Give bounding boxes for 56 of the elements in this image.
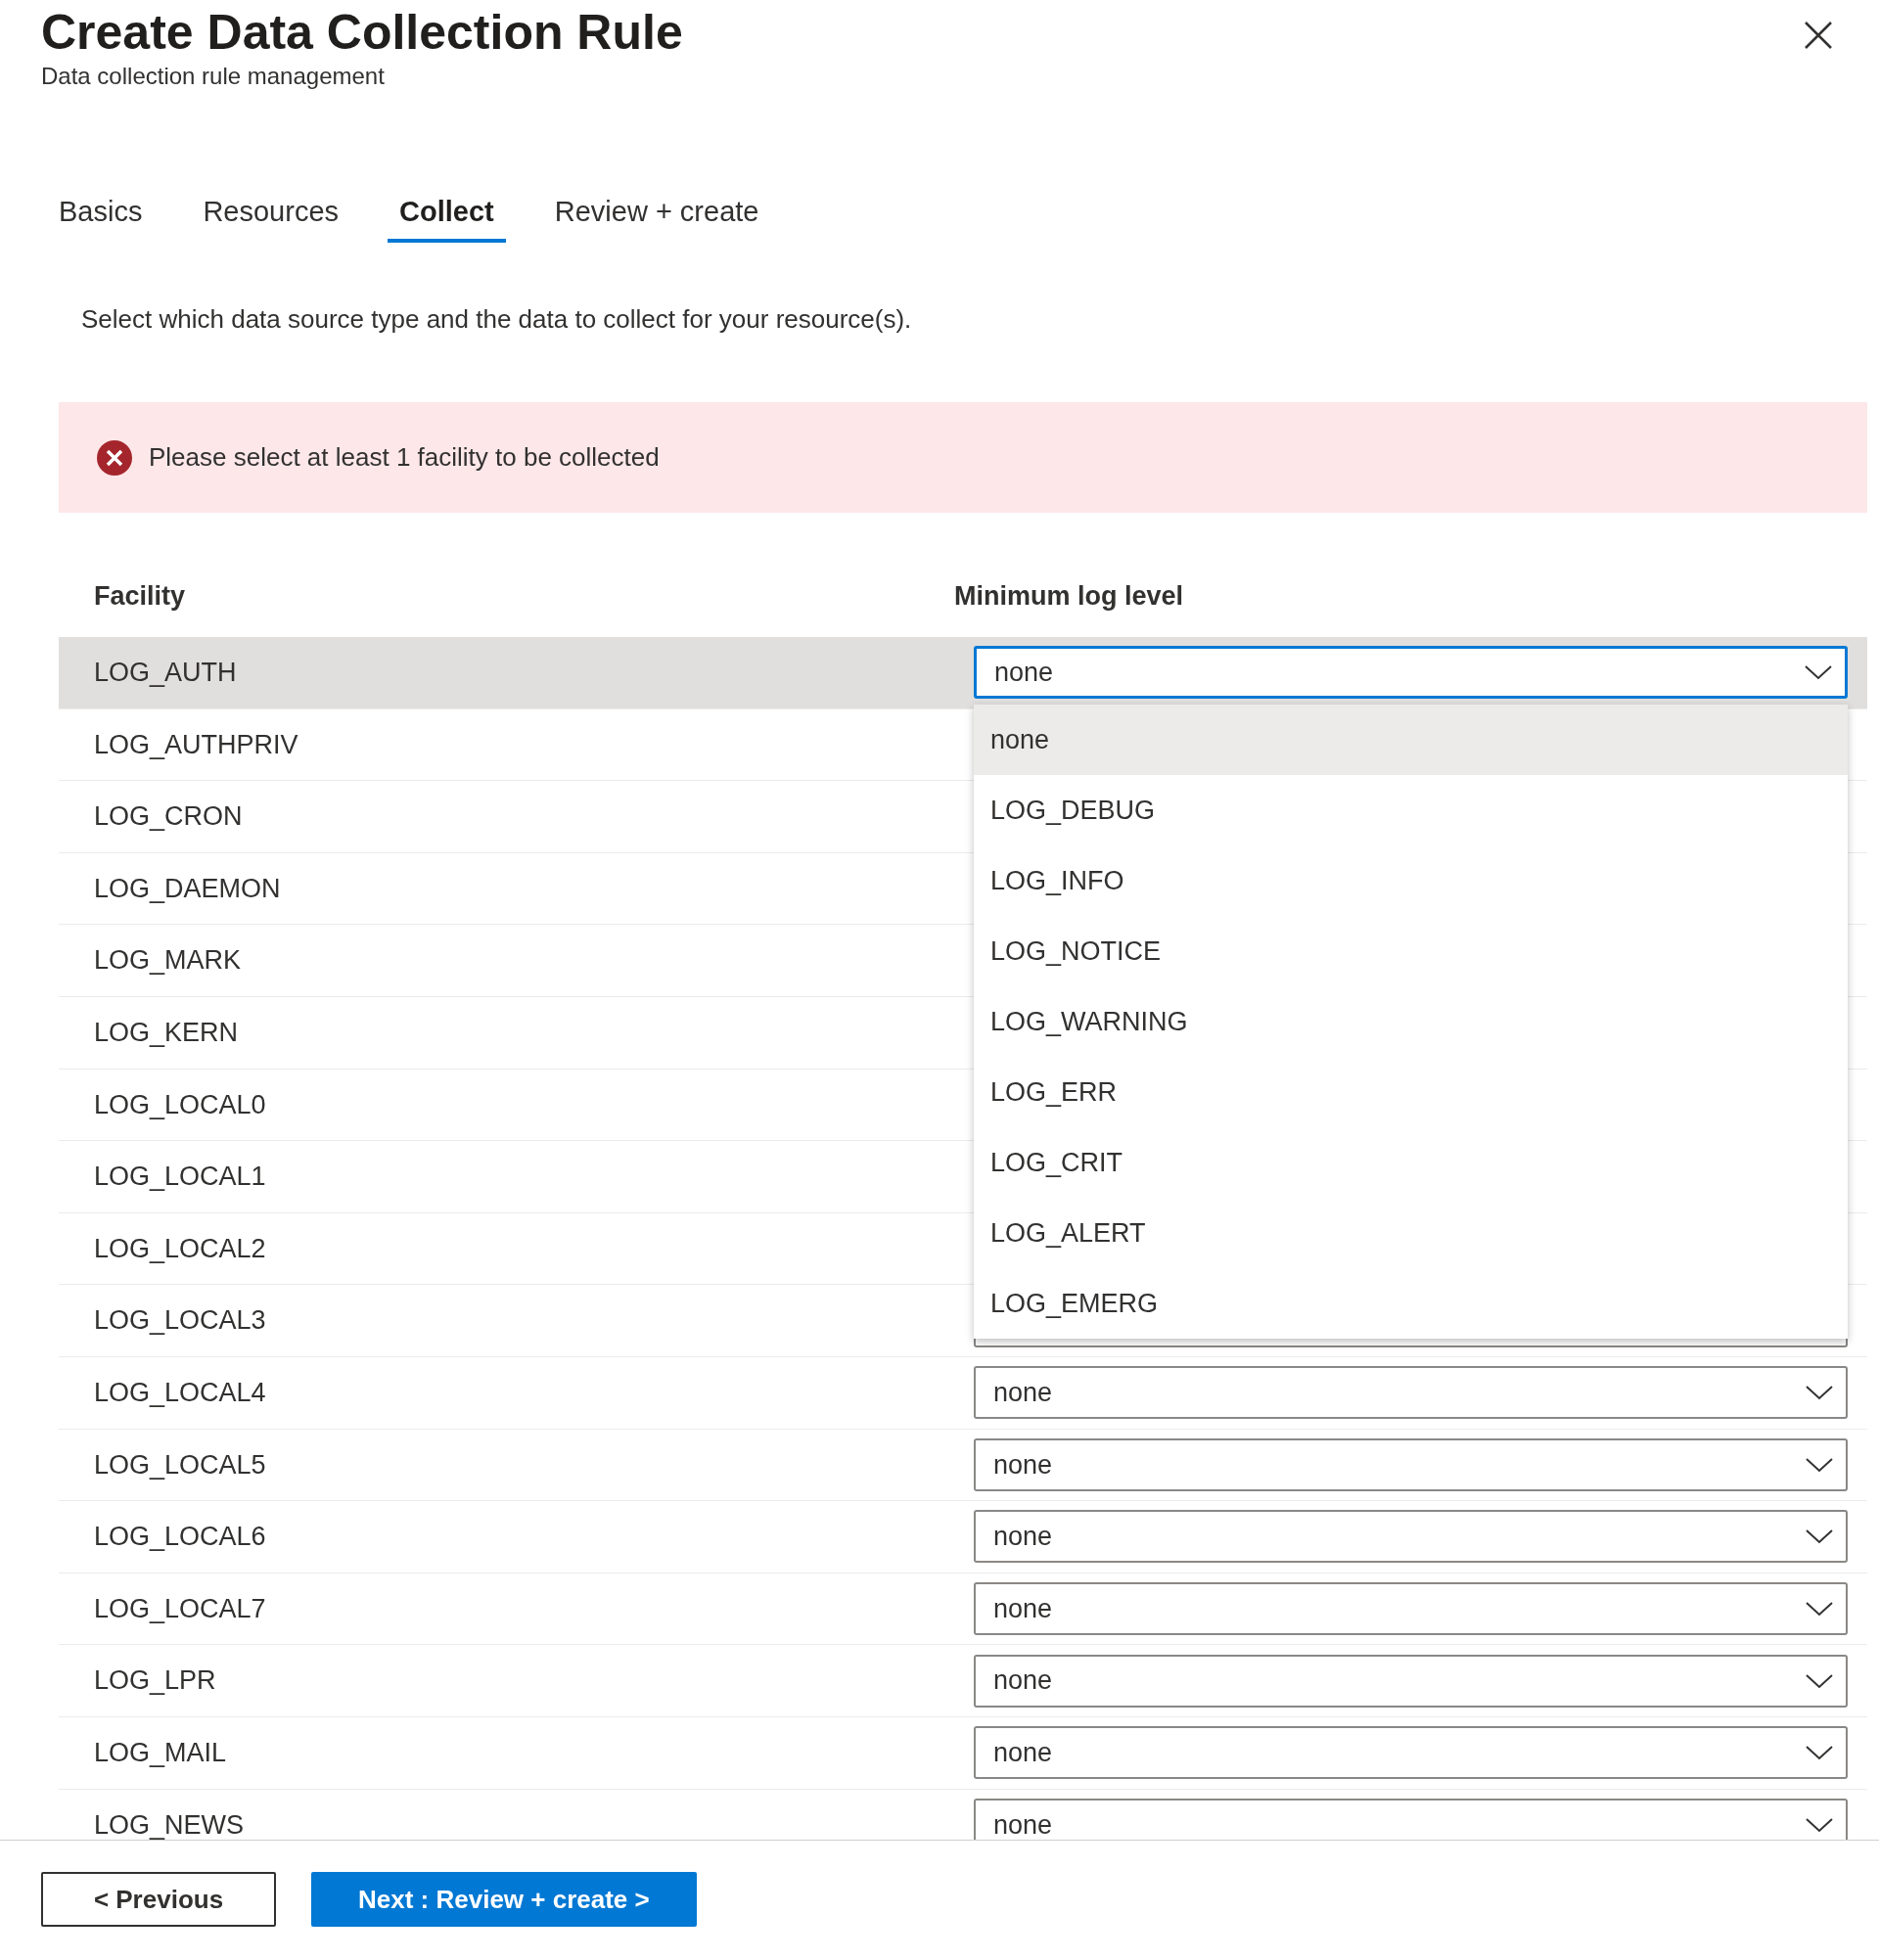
dropdown-option[interactable]: none [974,705,1848,776]
previous-button[interactable]: < Previous [41,1872,276,1927]
tab[interactable]: Basics [47,192,155,243]
chevron-down-icon [1805,1384,1834,1402]
description-text: Select which data source type and the data to collect for your resource(s). [80,303,913,336]
facility-cell-text: LOG_LPR [93,1664,217,1698]
tab[interactable]: Resources [191,192,351,243]
dropdown-option[interactable]: LOG_ERR [974,1057,1848,1128]
chevron-down-icon [1805,1455,1834,1474]
facility-cell-text: LOG_MAIL [93,1736,228,1769]
dropdown-option[interactable]: LOG_DEBUG [974,775,1848,846]
tab[interactable]: Review + create [542,192,771,243]
dialog-title: Create Data Collection Rule [41,4,683,62]
facility-cell-text: LOG_LOCAL3 [93,1304,267,1338]
next-button[interactable]: Next : Review + create > [311,1872,697,1927]
facility-cell-text: LOG_MARK [93,944,243,978]
chevron-down-icon [1805,1671,1834,1690]
facility-cell-text: LOG_LOCAL1 [93,1161,267,1194]
chevron-down-icon [1805,1527,1834,1546]
close-icon [1804,21,1833,50]
dropdown-option[interactable]: LOG_ALERT [974,1198,1848,1269]
dialog-subtitle: Data collection rule management [41,62,386,91]
dropdown-option[interactable]: LOG_NOTICE [974,916,1848,987]
dropdown-option[interactable]: LOG_INFO [974,845,1848,917]
log-level-select[interactable]: none [974,1366,1848,1420]
chevron-down-icon [1804,663,1833,682]
facility-cell-text: LOG_AUTH [93,657,238,690]
log-level-select[interactable]: none [974,1726,1848,1780]
log-level-select[interactable]: none [974,1654,1848,1708]
log-level-select[interactable]: none [974,1510,1848,1564]
chevron-down-icon [1805,1744,1834,1762]
facility-cell-text: LOG_KERN [93,1017,240,1049]
dropdown-option[interactable]: LOG_EMERG [974,1268,1848,1340]
log-level-select[interactable]: none [974,646,1848,700]
chevron-down-icon [1805,1600,1834,1618]
log-level-select[interactable]: none [974,1437,1848,1491]
column-header: Facility [93,579,187,613]
facility-cell-text: LOG_DAEMON [93,872,282,905]
error-icon [96,438,133,477]
log-level-select[interactable]: none [974,1582,1848,1635]
tab[interactable]: Collect [388,192,506,243]
facility-cell-text: LOG_CRON [93,800,244,834]
facility-cell-text: LOG_LOCAL2 [93,1232,267,1265]
facility-cell-text: LOG_LOCAL5 [93,1448,267,1481]
facility-cell-text: LOG_LOCAL4 [93,1377,267,1409]
facility-cell-text: LOG_AUTHPRIV [93,728,299,761]
log-level-select[interactable]: none [974,1798,1848,1840]
facility-cell-text: LOG_NEWS [93,1808,246,1840]
dropdown-option[interactable]: LOG_WARNING [974,986,1848,1058]
error-message: Please select at least 1 facility to be collected [149,441,660,474]
dropdown-option[interactable]: LOG_CRIT [974,1127,1848,1199]
chevron-down-icon [1805,1815,1834,1834]
facility-cell-text: LOG_LOCAL6 [93,1521,267,1554]
column-header: Minimum log level [954,579,1184,613]
facility-cell-text: LOG_LOCAL7 [93,1592,267,1625]
facility-cell-text: LOG_LOCAL0 [93,1088,267,1121]
